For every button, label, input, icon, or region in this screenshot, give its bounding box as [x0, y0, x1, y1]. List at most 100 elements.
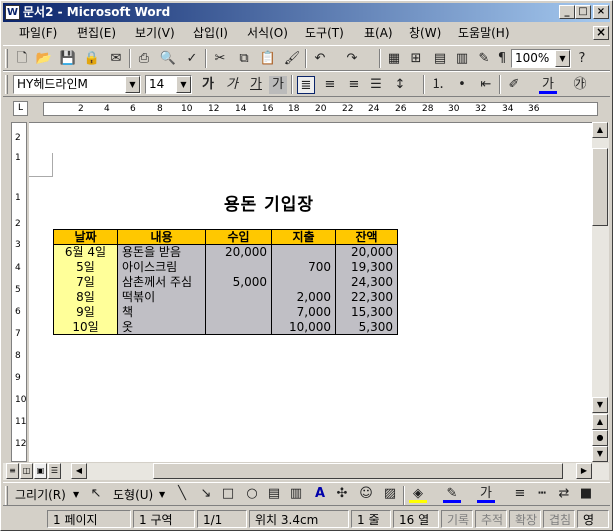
- draw-font-color-icon[interactable]: 가: [477, 485, 495, 503]
- normal-view-icon[interactable]: ≡: [6, 463, 19, 479]
- header-description[interactable]: 내용: [117, 229, 206, 245]
- bold-icon[interactable]: 가: [199, 76, 217, 94]
- cell-description[interactable]: 아이스크림: [117, 259, 206, 275]
- open-icon[interactable]: 📂: [35, 50, 53, 68]
- doc-close-button[interactable]: ×: [593, 26, 609, 40]
- status-track[interactable]: 추적: [475, 510, 507, 528]
- cell-balance[interactable]: 22,300: [335, 289, 398, 305]
- font-name-combo[interactable]: HY헤드라인M ▼: [13, 75, 141, 94]
- menu-edit[interactable]: 편집(E): [77, 23, 116, 44]
- cell-expense[interactable]: 10,000: [271, 319, 336, 335]
- wordart-icon[interactable]: A: [311, 485, 329, 503]
- cell-description[interactable]: 책: [117, 304, 206, 320]
- header-balance[interactable]: 잔액: [335, 229, 398, 245]
- underline-icon[interactable]: 가: [247, 76, 265, 94]
- cut-icon[interactable]: ✂: [211, 50, 229, 68]
- rectangle-icon[interactable]: □: [219, 485, 237, 503]
- menu-format[interactable]: 서식(O): [247, 23, 288, 44]
- toolbar-grip[interactable]: [5, 49, 8, 68]
- clip-art-icon[interactable]: ☺: [357, 485, 375, 503]
- insert-excel-icon[interactable]: ▤: [431, 50, 449, 68]
- outline-view-icon[interactable]: ☰: [48, 463, 61, 479]
- autoshapes-arrow-icon[interactable]: ▼: [159, 486, 165, 504]
- cell-date[interactable]: 10일: [53, 319, 118, 335]
- cell-balance[interactable]: 20,000: [335, 244, 398, 260]
- textbox-icon[interactable]: ▤: [265, 485, 283, 503]
- document-map-icon[interactable]: ¶: [493, 50, 511, 68]
- cell-balance[interactable]: 5,300: [335, 319, 398, 335]
- align-center-icon[interactable]: ≡: [321, 76, 339, 94]
- char-shading-icon[interactable]: 가: [269, 76, 287, 94]
- line-icon[interactable]: ╲: [173, 485, 191, 503]
- cell-expense[interactable]: [271, 244, 336, 260]
- cell-date[interactable]: 8일: [53, 289, 118, 305]
- allowance-ledger-table[interactable]: 날짜 내용 수입 지출 잔액 6월 4일 용돈을 받음 20,000 20,00…: [53, 229, 398, 335]
- status-position[interactable]: 위치 3.4cm: [249, 510, 349, 528]
- fill-color-icon[interactable]: ◈: [409, 485, 427, 503]
- font-size-combo[interactable]: 14 ▼: [145, 75, 192, 94]
- distributed-icon[interactable]: ☰: [367, 76, 385, 94]
- menu-view[interactable]: 보기(V): [135, 23, 175, 44]
- line-color-icon[interactable]: ✎: [443, 485, 461, 503]
- status-rec[interactable]: 기록: [441, 510, 473, 528]
- autoshapes-button[interactable]: 도형(U): [113, 486, 153, 504]
- scroll-up-icon[interactable]: ▲: [592, 122, 608, 138]
- status-line[interactable]: 1 줄: [351, 510, 391, 528]
- status-page-count[interactable]: 1/1: [197, 510, 247, 528]
- cell-income[interactable]: [205, 289, 272, 305]
- cell-description[interactable]: 떡볶이: [117, 289, 206, 305]
- undo-icon[interactable]: ↶: [311, 50, 329, 68]
- header-expense[interactable]: 지출: [271, 229, 336, 245]
- new-icon[interactable]: 🗋: [13, 50, 31, 68]
- maximize-button[interactable]: □: [575, 5, 591, 19]
- menu-insert[interactable]: 삽입(I): [193, 23, 228, 44]
- cell-income[interactable]: [205, 319, 272, 335]
- scroll-down-icon[interactable]: ▼: [592, 397, 608, 413]
- line-spacing-icon[interactable]: ↕: [391, 76, 409, 94]
- scroll-right-icon[interactable]: ▶: [576, 463, 592, 479]
- print-preview-icon[interactable]: 🔍: [159, 50, 177, 68]
- format-painter-icon[interactable]: 🖌: [283, 50, 301, 68]
- cell-income[interactable]: [205, 304, 272, 320]
- email-icon[interactable]: ✉: [107, 50, 125, 68]
- title-bar[interactable]: W 문서2 - Microsoft Word _ □ ×: [3, 3, 610, 22]
- status-language[interactable]: 영: [577, 510, 609, 528]
- close-button[interactable]: ×: [593, 5, 609, 19]
- vertical-scrollbar[interactable]: ▲ ▼ ▲ ● ▼: [592, 122, 609, 462]
- cell-date[interactable]: 6월 4일: [53, 244, 118, 260]
- status-page[interactable]: 1 페이지: [47, 510, 131, 528]
- justify-icon[interactable]: ≣: [297, 76, 315, 94]
- cell-date[interactable]: 7일: [53, 274, 118, 290]
- vertical-ruler[interactable]: 2 1 1 2 3 4 5 6 7 8 9 10 11 12: [11, 122, 27, 462]
- word-app-icon[interactable]: W: [5, 5, 20, 20]
- redo-icon[interactable]: ↷: [343, 50, 361, 68]
- enclose-char-icon[interactable]: ㉮: [571, 76, 589, 94]
- insert-table-icon[interactable]: ⊞: [407, 50, 425, 68]
- diagram-icon[interactable]: ✣: [333, 485, 351, 503]
- status-overtype[interactable]: 겹침: [543, 510, 575, 528]
- numbering-icon[interactable]: ⒈: [429, 76, 447, 94]
- vertical-textbox-icon[interactable]: ▥: [287, 485, 305, 503]
- horizontal-scrollbar[interactable]: ≡ ◫ ▣ ☰ ◀ ▶: [3, 463, 609, 480]
- arrow-icon[interactable]: ↘: [197, 485, 215, 503]
- cell-date[interactable]: 5일: [53, 259, 118, 275]
- document-page[interactable]: 용돈 기입장 날짜 내용 수입 지출 잔액 6월 4일 용돈을 받음 20,00…: [29, 122, 592, 462]
- cell-description[interactable]: 삼촌께서 주심: [117, 274, 206, 290]
- font-color-icon[interactable]: 가: [539, 76, 557, 94]
- document-title[interactable]: 용돈 기입장: [169, 190, 369, 215]
- spelling-icon[interactable]: ✓: [183, 50, 201, 68]
- menu-file[interactable]: 파일(F): [19, 23, 57, 44]
- dash-style-icon[interactable]: ┅: [533, 485, 551, 503]
- draw-menu-button[interactable]: 그리기(R): [15, 486, 66, 504]
- select-objects-icon[interactable]: ↖: [87, 485, 105, 503]
- shadow-style-icon[interactable]: ■: [577, 485, 595, 503]
- copy-icon[interactable]: ⧉: [235, 50, 253, 68]
- tables-borders-icon[interactable]: ▦: [385, 50, 403, 68]
- menu-window[interactable]: 창(W): [409, 23, 441, 44]
- status-section[interactable]: 1 구역: [133, 510, 195, 528]
- cell-income[interactable]: 5,000: [205, 274, 272, 290]
- cell-expense[interactable]: [271, 274, 336, 290]
- line-style-icon[interactable]: ≡: [511, 485, 529, 503]
- insert-picture-icon[interactable]: ▨: [381, 485, 399, 503]
- zoom-dropdown-icon[interactable]: ▼: [555, 50, 570, 67]
